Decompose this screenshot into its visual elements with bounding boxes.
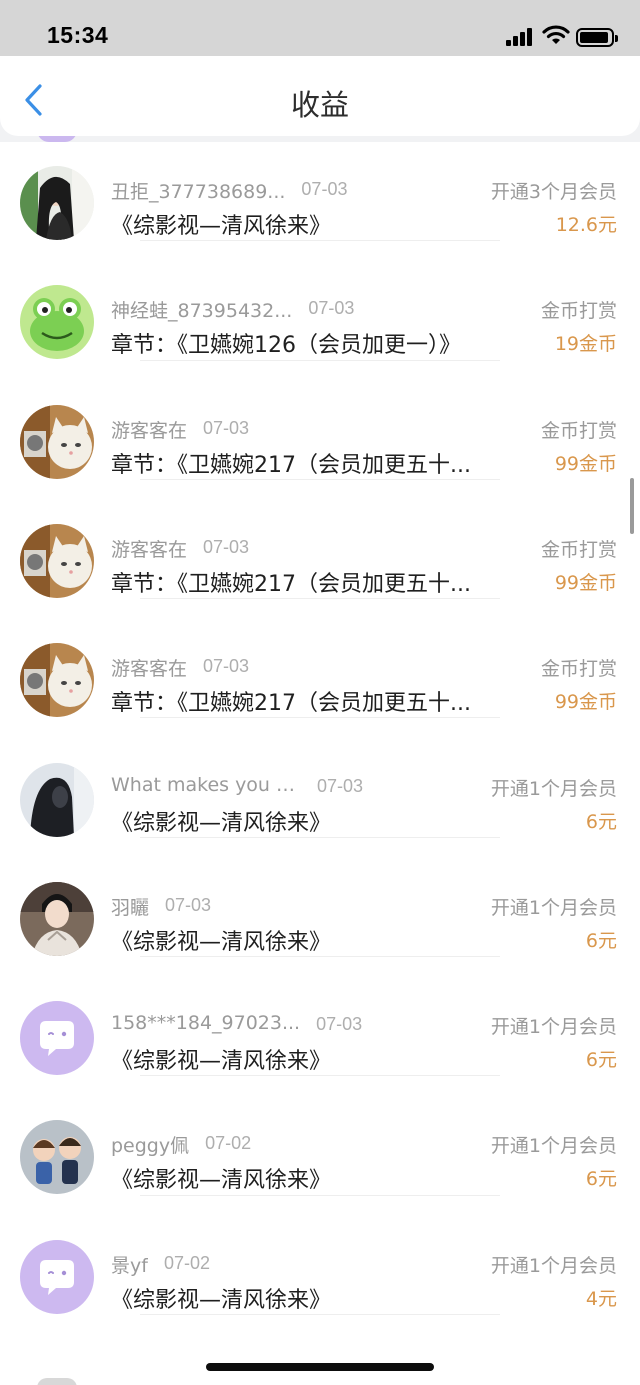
earning-amount: 99金币 <box>554 452 617 475</box>
user-name: 158***184_97023... <box>111 1012 301 1035</box>
earning-type: 开通1个月会员 <box>490 1016 617 1039</box>
book-title: 《综影视—清风徐来》 <box>111 929 332 955</box>
book-title: 《综影视—清风徐来》 <box>111 1168 332 1194</box>
list-item[interactable]: 羽矖 07-03 《综影视—清风徐来》 开通1个月会员 6元 <box>0 838 640 958</box>
book-title: 《综影视—清风徐来》 <box>111 1049 332 1075</box>
earning-amount: 6元 <box>585 810 617 833</box>
record-date: 07-02 <box>205 1133 252 1154</box>
record-date: 07-03 <box>316 1014 363 1035</box>
earning-amount: 6元 <box>585 1049 617 1072</box>
book-title: 章节：《卫嬿婉126（会员加更一）》 <box>111 333 461 359</box>
earning-type: 开通1个月会员 <box>490 896 617 919</box>
avatar[interactable] <box>20 643 94 718</box>
avatar[interactable] <box>20 285 94 360</box>
record-date: 07-02 <box>163 1252 210 1273</box>
earning-type: 金币打赏 <box>540 419 617 442</box>
user-name: What makes you b... <box>111 773 301 796</box>
book-title: 《综影视—清风徐来》 <box>111 810 332 836</box>
user-name: 游客客在 <box>111 658 188 681</box>
earning-type: 开通3个月会员 <box>490 181 617 203</box>
user-name: peggy佩 <box>111 1135 190 1158</box>
battery-icon <box>576 28 618 47</box>
record-date: 07-03 <box>308 298 355 319</box>
earning-amount: 6元 <box>585 929 617 952</box>
record-date: 07-03 <box>203 417 250 438</box>
earning-type: 开通1个月会员 <box>490 1135 617 1158</box>
avatar[interactable] <box>20 1001 94 1076</box>
book-title: 章节：《卫嬿婉217（会员加更五十... <box>111 571 471 597</box>
user-name: 神经蛙_87395432... <box>111 300 293 323</box>
earning-type: 开通1个月会员 <box>490 777 617 800</box>
book-title: 《综影视—清风徐来》 <box>111 1287 332 1313</box>
record-date: 07-03 <box>203 536 250 557</box>
earning-amount: 99金币 <box>554 691 617 714</box>
list-item[interactable]: peggy佩 07-02 《综影视—清风徐来》 开通1个月会员 6元 <box>0 1076 640 1196</box>
avatar[interactable] <box>20 404 94 479</box>
wifi-icon <box>542 25 570 44</box>
signal-icon <box>506 26 534 46</box>
avatar[interactable] <box>20 523 94 598</box>
record-date: 07-03 <box>317 775 364 796</box>
avatar[interactable] <box>20 1120 94 1195</box>
earning-type: 金币打赏 <box>540 300 617 323</box>
divider <box>140 1313 500 1315</box>
page-title: 收益 <box>290 88 349 122</box>
earning-type: 金币打赏 <box>540 538 617 561</box>
status-icons <box>506 25 618 47</box>
list-item[interactable]: 丑拒_377738689... 07-03 《综影视—清风徐来》 开通3个月会员 12.… <box>0 122 640 242</box>
record-date: 07-03 <box>165 894 212 915</box>
record-date: 07-03 <box>301 179 348 199</box>
avatar[interactable] <box>20 1239 94 1314</box>
earning-type: 开通1个月会员 <box>490 1254 617 1277</box>
status-time: 15:34 <box>47 22 109 48</box>
earning-amount: 12.6元 <box>555 214 617 236</box>
avatar[interactable] <box>20 166 94 240</box>
earning-type: 金币打赏 <box>540 658 617 681</box>
avatar[interactable] <box>20 762 94 837</box>
user-name: 游客客在 <box>111 538 188 561</box>
user-name: 丑拒_377738689... <box>111 181 286 203</box>
list-item[interactable]: 游客客在 07-03 章节：《卫嬿婉217（会员加更五十... 金币打赏 99金币 <box>0 599 640 719</box>
partial-avatar <box>37 1378 77 1385</box>
scrollbar[interactable] <box>630 478 634 534</box>
list-item[interactable]: 游客客在 07-03 章节：《卫嬿婉217（会员加更五十... 金币打赏 99金币 <box>0 480 640 600</box>
home-indicator[interactable] <box>206 1363 434 1371</box>
earning-amount: 6元 <box>585 1168 617 1191</box>
list-item[interactable]: 景yf 07-02 《综影视—清风徐来》 开通1个月会员 4元 <box>0 1196 640 1315</box>
book-title: 章节：《卫嬿婉217（会员加更五十... <box>111 691 471 717</box>
avatar[interactable] <box>20 881 94 956</box>
user-name: 景yf <box>111 1254 148 1277</box>
navigation-bar: 收益 <box>0 56 640 136</box>
earning-amount: 4元 <box>585 1287 617 1310</box>
book-title: 《综影视—清风徐来》 <box>111 214 332 239</box>
list-item[interactable]: What makes you b... 07-03 《综影视—清风徐来》 开通1个月会… <box>0 719 640 838</box>
user-name: 羽矖 <box>111 896 150 919</box>
record-date: 07-03 <box>203 656 250 677</box>
user-name: 游客客在 <box>111 419 188 442</box>
status-bar: 15:34 <box>0 0 640 56</box>
earnings-list[interactable]: 丑拒_377738689... 07-03 《综影视—清风徐来》 开通3个月会员 12.… <box>0 142 640 1385</box>
earning-amount: 19金币 <box>554 333 617 356</box>
book-title: 章节：《卫嬿婉217（会员加更五十... <box>111 452 471 478</box>
list-item[interactable]: 神经蛙_87395432... 07-03 章节：《卫嬿婉126（会员加更一）》 金币… <box>0 241 640 361</box>
earning-amount: 99金币 <box>554 571 617 594</box>
list-item[interactable]: 158***184_97023... 07-03 《综影视—清风徐来》 开通1个月会员… <box>0 957 640 1077</box>
list-item[interactable]: 游客客在 07-03 章节：《卫嬿婉217（会员加更五十... 金币打赏 99金币 <box>0 361 640 480</box>
